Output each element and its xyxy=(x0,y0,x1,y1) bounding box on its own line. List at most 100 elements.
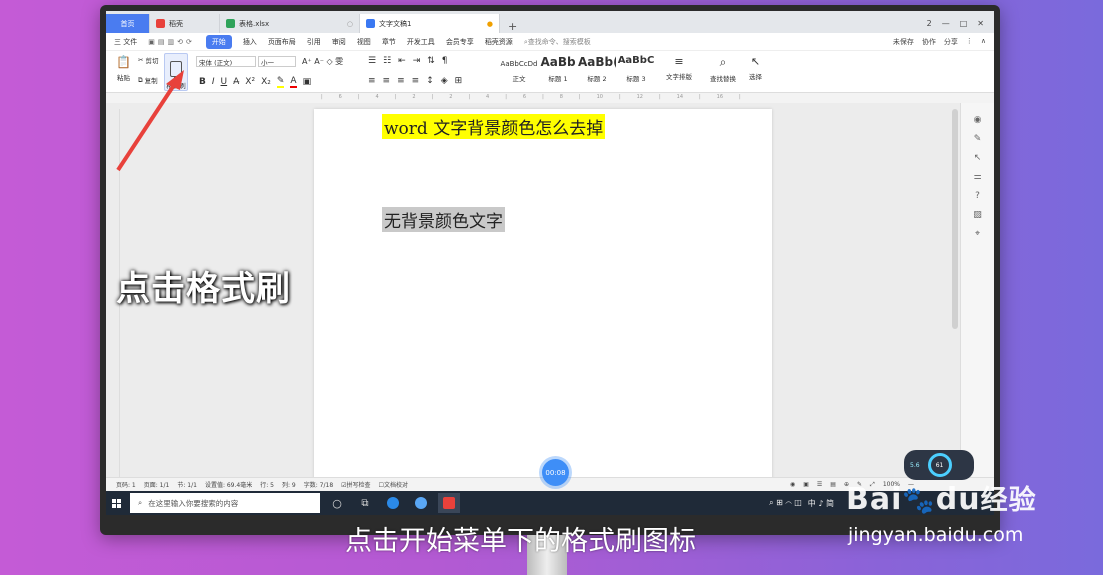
align-right-icon[interactable]: ≡ xyxy=(397,76,405,86)
page-view-icon[interactable]: ▣ xyxy=(803,481,809,489)
menu-start[interactable]: 开始 xyxy=(205,34,232,49)
tab-docer[interactable]: 稻壳 xyxy=(150,14,220,33)
sort-icon[interactable]: ⇅ xyxy=(427,56,435,66)
superscript-button[interactable]: X² xyxy=(245,77,255,87)
eye-icon[interactable]: ◉ xyxy=(790,481,795,489)
copy-button[interactable]: ⧉ 复制 xyxy=(138,75,158,86)
menu-insert[interactable]: 插入 xyxy=(243,37,257,47)
tab-close-icon[interactable]: ○ xyxy=(347,20,353,28)
tab-document-label: 文字文稿1 xyxy=(379,19,412,28)
window-mode-button[interactable]: 2 xyxy=(927,19,932,28)
style-heading1[interactable]: AaBb 标题 1 xyxy=(539,55,577,83)
text-layout-icon: ≡ xyxy=(674,55,684,68)
style-pane-icon[interactable]: ◉ xyxy=(974,115,982,125)
task-view-icon[interactable]: ⧉ xyxy=(354,493,376,513)
tray-ime[interactable]: 中 ♪ 简 xyxy=(808,498,834,509)
font-color-button[interactable]: A xyxy=(290,76,297,88)
floating-widget[interactable]: 5.6 61 xyxy=(904,450,974,480)
menu-references[interactable]: 引用 xyxy=(307,37,321,47)
shading-icon[interactable]: ◈ xyxy=(441,76,448,86)
collapse-ribbon-icon[interactable]: ∧ xyxy=(981,37,986,47)
find-replace-button[interactable]: ⌕ 查找替换 xyxy=(710,55,736,83)
select-pane-icon[interactable]: ↖ xyxy=(974,153,982,163)
cortana-icon[interactable]: ○ xyxy=(326,493,348,513)
bold-button[interactable]: B xyxy=(199,77,206,87)
image-pane-icon[interactable]: ▨ xyxy=(973,210,982,220)
justify-icon[interactable]: ≡ xyxy=(412,76,420,86)
menu-member[interactable]: 会员专享 xyxy=(446,37,474,47)
spell-check-button[interactable]: ☑拼写检查 xyxy=(341,480,370,489)
menu-docer-resources[interactable]: 稻壳资源 xyxy=(485,37,513,47)
tray-icons[interactable]: ⌕ ⊞ ⌒ ◫ xyxy=(769,498,802,508)
menu-chapter[interactable]: 章节 xyxy=(382,37,396,47)
share-button[interactable]: 分享 xyxy=(944,37,958,47)
strikethrough-button[interactable]: A̶ xyxy=(233,77,239,87)
unsaved-button[interactable]: 未保存 xyxy=(893,37,914,47)
windows-icon xyxy=(111,498,121,508)
new-tab-button[interactable]: + xyxy=(500,20,525,33)
select-button[interactable]: ↖ 选择 xyxy=(749,55,762,81)
style-heading2[interactable]: AaBb( 标题 2 xyxy=(578,55,616,83)
align-left-icon[interactable]: ≡ xyxy=(368,76,376,86)
quick-access-icons[interactable]: ▣▤▥⟲⟳ xyxy=(148,38,195,46)
edge-icon[interactable] xyxy=(382,493,404,513)
numbered-list-icon[interactable]: ☷ xyxy=(383,56,391,66)
borders-icon[interactable]: ⊞ xyxy=(455,76,463,86)
style-normal[interactable]: AaBbCcDd 正文 xyxy=(500,55,538,83)
taskbar-search[interactable]: ⌕ 在这里输入你要搜索的内容 xyxy=(130,493,320,513)
sogou-icon[interactable] xyxy=(410,493,432,513)
menu-file[interactable]: 三 文件 xyxy=(114,37,137,47)
status-word-count[interactable]: 字数: 7/18 xyxy=(304,480,333,489)
tab-sheet[interactable]: 表格.xlsx ○ xyxy=(220,14,360,33)
close-button[interactable]: ✕ xyxy=(977,19,984,28)
italic-button[interactable]: I xyxy=(212,77,215,87)
cut-button[interactable]: ✂ 剪切 xyxy=(138,55,158,65)
font-grow-icons[interactable]: A⁺ A⁻ ◇ 雯 xyxy=(302,56,343,67)
tab-document[interactable]: 文字文稿1 ● xyxy=(360,14,500,33)
font-name-select[interactable]: 宋体 (正文) xyxy=(196,56,256,67)
edit-pane-icon[interactable]: ✎ xyxy=(974,134,982,144)
menu-view[interactable]: 视图 xyxy=(357,37,371,47)
window-controls: 2 — □ ✕ xyxy=(927,14,994,33)
pilcrow-icon[interactable]: ¶ xyxy=(442,56,448,66)
underline-button[interactable]: U xyxy=(221,77,228,87)
line-spacing-icon[interactable]: ↕ xyxy=(426,76,434,86)
more-icon[interactable]: ⋮ xyxy=(966,37,973,47)
wps-icon[interactable] xyxy=(438,493,460,513)
subscript-button[interactable]: X₂ xyxy=(261,77,271,87)
style-heading1-sample: AaBb xyxy=(540,55,576,69)
highlight-button[interactable]: ✎ xyxy=(276,76,285,88)
help-pane-icon[interactable]: ? xyxy=(975,191,980,201)
tab-home[interactable]: 首页 xyxy=(106,14,150,33)
format-painter-button[interactable]: 格式刷 xyxy=(164,53,188,91)
vertical-scrollbar[interactable] xyxy=(952,109,958,329)
font-size-select[interactable]: 小一 xyxy=(258,56,296,67)
doc-proof-button[interactable]: ☐文档校对 xyxy=(379,480,408,489)
indent-icon[interactable]: ⇤ xyxy=(398,56,406,66)
align-center-icon[interactable]: ≡ xyxy=(383,76,391,86)
find-replace-label: 查找替换 xyxy=(710,75,736,83)
text-layout-button[interactable]: ≡ 文字排版 xyxy=(666,55,692,81)
maximize-button[interactable]: □ xyxy=(960,19,968,28)
command-search[interactable]: ⌕查找命令、搜索模板 xyxy=(524,37,591,47)
menu-bar: 三 文件 ▣▤▥⟲⟳ 开始 插入 页面布局 引用 审阅 视图 章节 开发工具 会… xyxy=(106,33,994,51)
outline-view-icon[interactable]: ☰ xyxy=(817,481,822,489)
menu-page-layout[interactable]: 页面布局 xyxy=(268,37,296,47)
highlighted-text[interactable]: word 文字背景颜色怎么去掉 xyxy=(382,114,606,139)
properties-pane-icon[interactable]: ⚌ xyxy=(973,172,981,182)
char-border-button[interactable]: ▣ xyxy=(303,77,312,87)
paste-button[interactable]: 📋 粘贴 xyxy=(116,55,131,82)
read-view-icon[interactable]: ▤ xyxy=(830,481,836,489)
location-pane-icon[interactable]: ⌖ xyxy=(975,229,980,239)
bullet-list-icon[interactable]: ☰ xyxy=(368,56,376,66)
gray-shaded-text[interactable]: 无背景颜色文字 xyxy=(382,207,505,232)
menu-developer[interactable]: 开发工具 xyxy=(407,37,435,47)
start-button[interactable] xyxy=(106,491,126,515)
outdent-icon[interactable]: ⇥ xyxy=(413,56,421,66)
document-page[interactable]: word 文字背景颜色怎么去掉 无背景颜色文字 xyxy=(314,109,772,481)
menu-review[interactable]: 审阅 xyxy=(332,37,346,47)
baidu-watermark-logo: Bai🐾du经验 xyxy=(846,478,1037,517)
collaborate-button[interactable]: 协作 xyxy=(922,37,936,47)
style-heading3[interactable]: AaBbC 标题 3 xyxy=(617,55,655,83)
minimize-button[interactable]: — xyxy=(942,19,950,28)
